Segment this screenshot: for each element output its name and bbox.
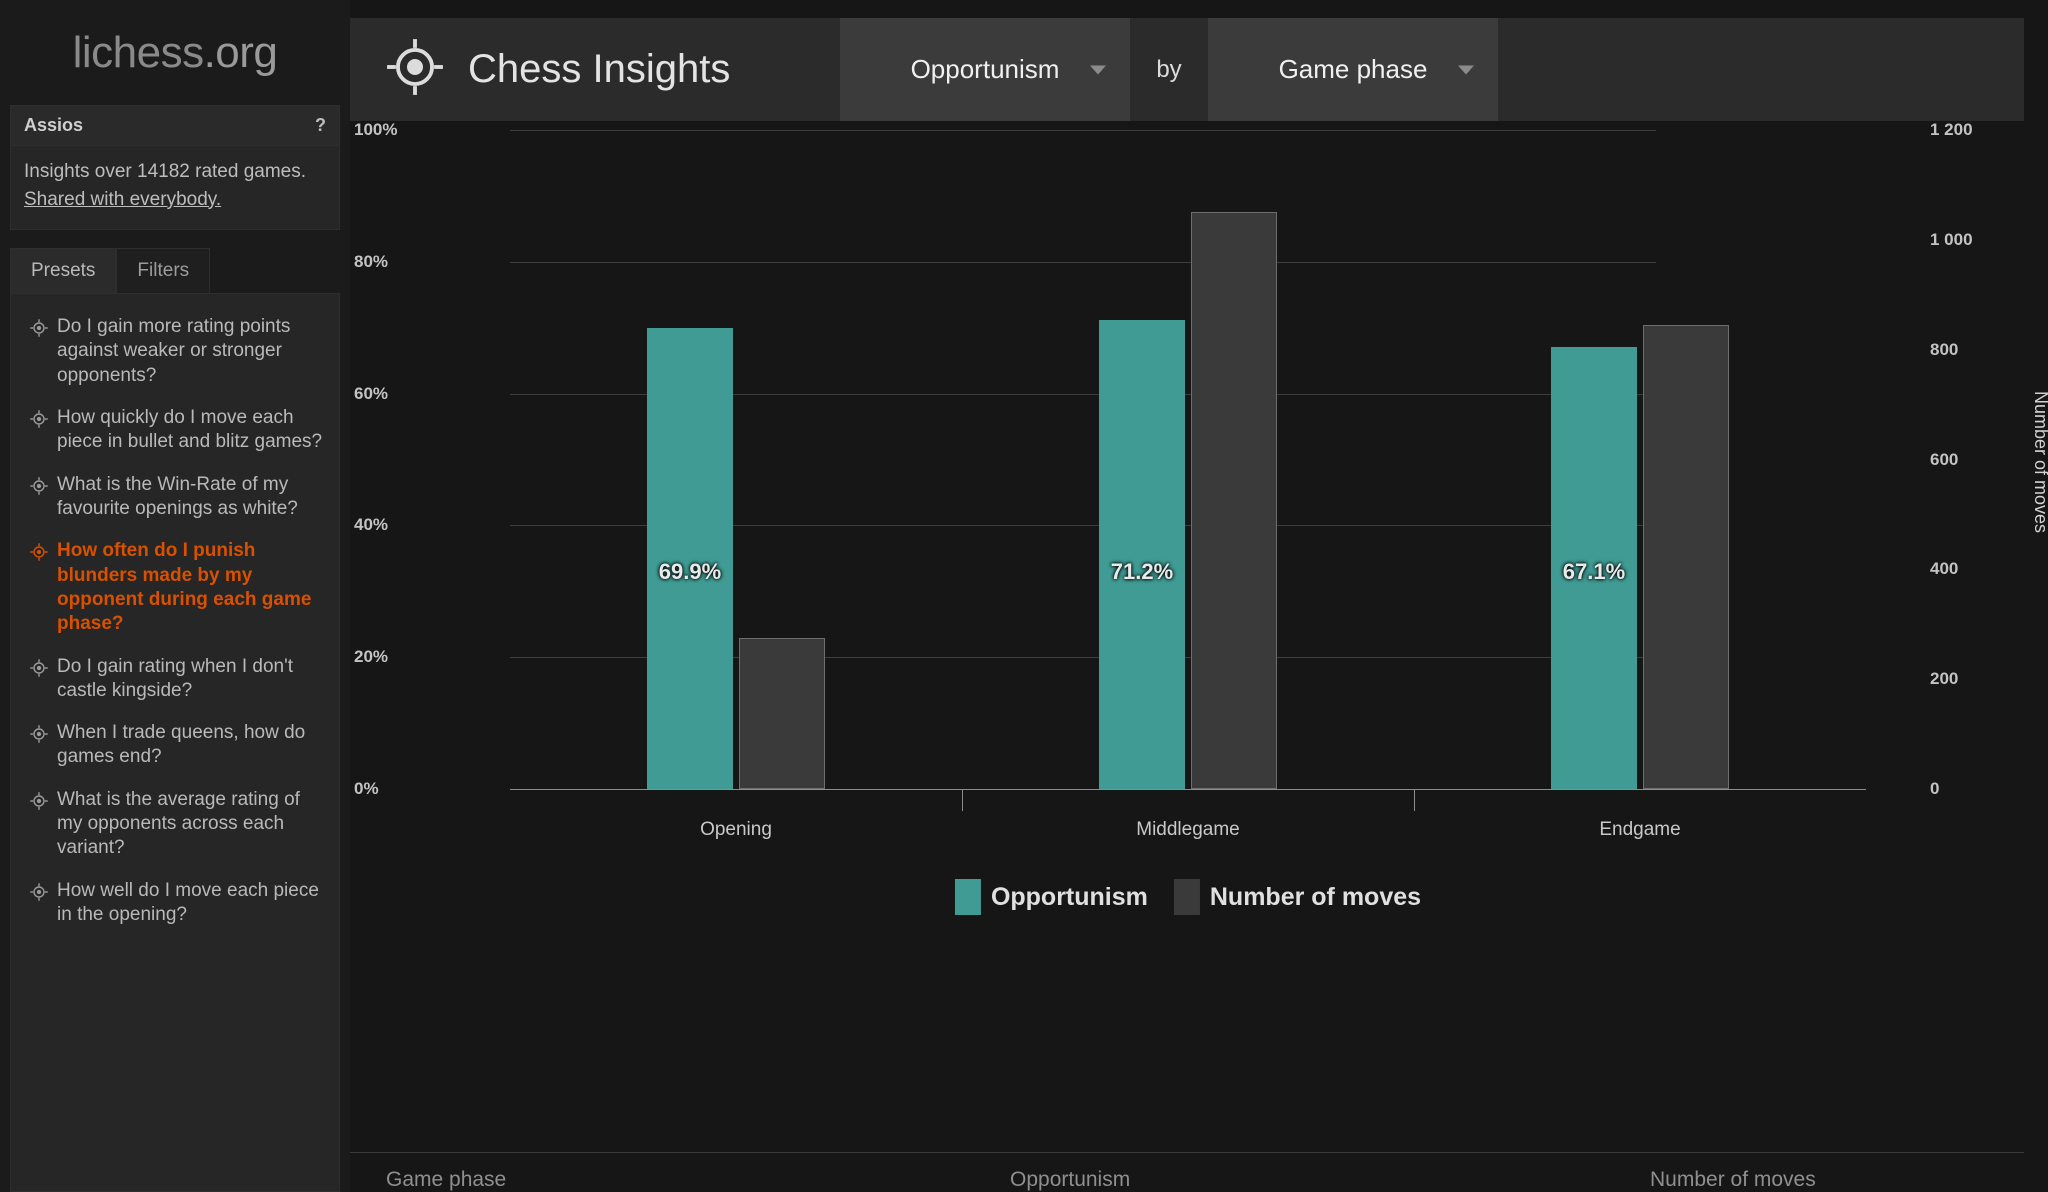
y-axis-right-tick: 1 000 [1930,229,1973,249]
user-info-panel: Assios ? Insights over 14182 rated games… [10,105,340,231]
legend-label: Number of moves [1209,882,1422,911]
preset-label: What is the average rating of my opponen… [57,788,300,859]
x-axis-label: Middlegame [1136,819,1240,840]
main-content: Chess Insights Opportunism by Game phase… [350,0,2048,1192]
chart-plot: 0% 20% 40% 60% 80% 100% 0 200 400 600 800 1 000 1 20… [350,120,2048,1121]
x-axis-label: Opening [700,819,772,840]
bar-value-label: 67.1% [1562,559,1626,584]
username: Assios [24,115,84,135]
brand-name: lichess [72,27,205,77]
dimension-dropdown-value: Game phase [1278,54,1428,84]
preset-label: What is the Win-Rate of my favourite ope… [57,473,298,519]
bar-number-of-moves[interactable] [1191,212,1277,789]
user-info-body: Insights over 14182 rated games. Shared … [11,146,339,230]
target-icon [29,542,49,569]
x-axis-tick [962,789,963,811]
bar-value-label: 69.9% [658,559,722,584]
results-table-header: Game phase Opportunism Number of moves [350,1168,2048,1192]
x-axis-tick [1414,789,1415,811]
grid-line [510,130,1656,131]
target-icon [29,318,49,345]
target-icon [29,658,49,685]
legend-swatch [1173,879,1200,915]
preset-item-4[interactable]: Do I gain rating when I don't castle kin… [11,646,339,713]
metric-dropdown[interactable]: Opportunism [840,18,1130,121]
sharing-link[interactable]: Shared with everybody. [24,186,326,214]
bar-value-label: 71.2% [1110,559,1174,584]
games-count-text: Insights over 14182 rated games. [24,161,307,182]
help-icon[interactable]: ? [315,115,326,136]
metric-dropdown-value: Opportunism [910,54,1060,84]
y-axis-right-title: Number of moves [2031,391,2048,534]
chevron-down-icon [1090,65,1106,74]
sidebar: lichess .org Assios ? Insights over 14182… [0,0,350,1192]
site-logo[interactable]: lichess .org [0,0,350,105]
y-axis-left-tick: 20% [354,647,389,667]
preset-label: Do I gain rating when I don't castle kin… [57,655,293,701]
target-icon [29,724,49,751]
preset-item-2[interactable]: What is the Win-Rate of my favourite ope… [11,464,339,531]
y-axis-right-tick: 800 [1930,339,1959,359]
insights-target-icon [384,36,446,103]
preset-label: How often do I punish blunders made by m… [57,540,312,635]
chart-area: 0% 20% 40% 60% 80% 100% 0 200 400 600 800 1 000 1 20… [350,120,2048,1121]
preset-item-7[interactable]: How well do I move each piece in the ope… [11,870,339,937]
insights-page: lichess .org Assios ? Insights over 14182… [0,0,2048,1192]
col-number-of-moves: Number of moves [1650,1168,1816,1191]
target-icon [29,791,49,818]
x-axis-label: Endgame [1599,819,1681,840]
preset-item-5[interactable]: When I trade queens, how do games end? [11,712,339,779]
insights-title-group: Chess Insights [350,18,840,121]
col-opportunism: Opportunism [1010,1168,1131,1191]
bar-opportunism[interactable] [1099,319,1185,789]
sidebar-tabs: Presets Filters [10,248,340,295]
bar-number-of-moves[interactable] [739,637,825,789]
page-title: Chess Insights [468,47,731,91]
presets-list: Do I gain more rating points against wea… [10,294,340,1192]
preset-item-0[interactable]: Do I gain more rating points against wea… [11,306,339,397]
y-axis-right-tick: 200 [1930,669,1959,689]
chart-legend: Opportunism Number of moves [954,879,1422,915]
preset-item-6[interactable]: What is the average rating of my opponen… [11,779,339,870]
legend-swatch [954,879,981,915]
section-divider [350,1152,2024,1153]
grid-line [510,261,1656,263]
y-axis-left-tick: 80% [354,251,389,271]
bar-number-of-moves[interactable] [1643,324,1729,789]
y-axis-left-tick: 0% [354,779,379,798]
insights-header: Chess Insights Opportunism by Game phase [350,18,2024,121]
tab-filters[interactable]: Filters [116,248,211,294]
user-info-header: Assios ? [11,106,339,146]
y-axis-right-tick: 0 [1930,779,1940,798]
preset-label: When I trade queens, how do games end? [57,722,306,768]
legend-label: Opportunism [990,882,1148,911]
sidebar-tabs-wrap: Presets Filters [10,248,340,295]
by-label: by [1156,55,1182,83]
preset-label: Do I gain more rating points against wea… [57,316,291,386]
target-icon [29,476,49,503]
x-axis-line [510,789,1866,790]
col-game-phase: Game phase [386,1168,507,1191]
preset-label: How well do I move each piece in the ope… [57,879,319,926]
y-axis-right-tick: 1 200 [1930,120,1973,139]
y-axis-left-tick: 40% [354,515,389,535]
tab-presets[interactable]: Presets [10,248,117,294]
preset-label: How quickly do I move each piece in bull… [57,407,323,453]
y-axis-right-tick: 400 [1930,559,1959,579]
target-icon [29,882,49,909]
brand-tld: .org [203,27,278,77]
y-axis-left-tick: 100% [354,120,398,139]
y-axis-left-tick: 60% [354,383,389,403]
preset-item-3[interactable]: How often do I punish blunders made by m… [11,530,339,645]
legend-item[interactable]: Opportunism [954,879,1148,915]
target-icon [29,409,49,436]
legend-item[interactable]: Number of moves [1173,879,1422,915]
dimension-dropdown[interactable]: Game phase [1208,18,1498,121]
y-axis-right-tick: 600 [1930,449,1959,469]
preset-item-1[interactable]: How quickly do I move each piece in bull… [11,397,339,464]
chevron-down-icon [1458,65,1474,74]
